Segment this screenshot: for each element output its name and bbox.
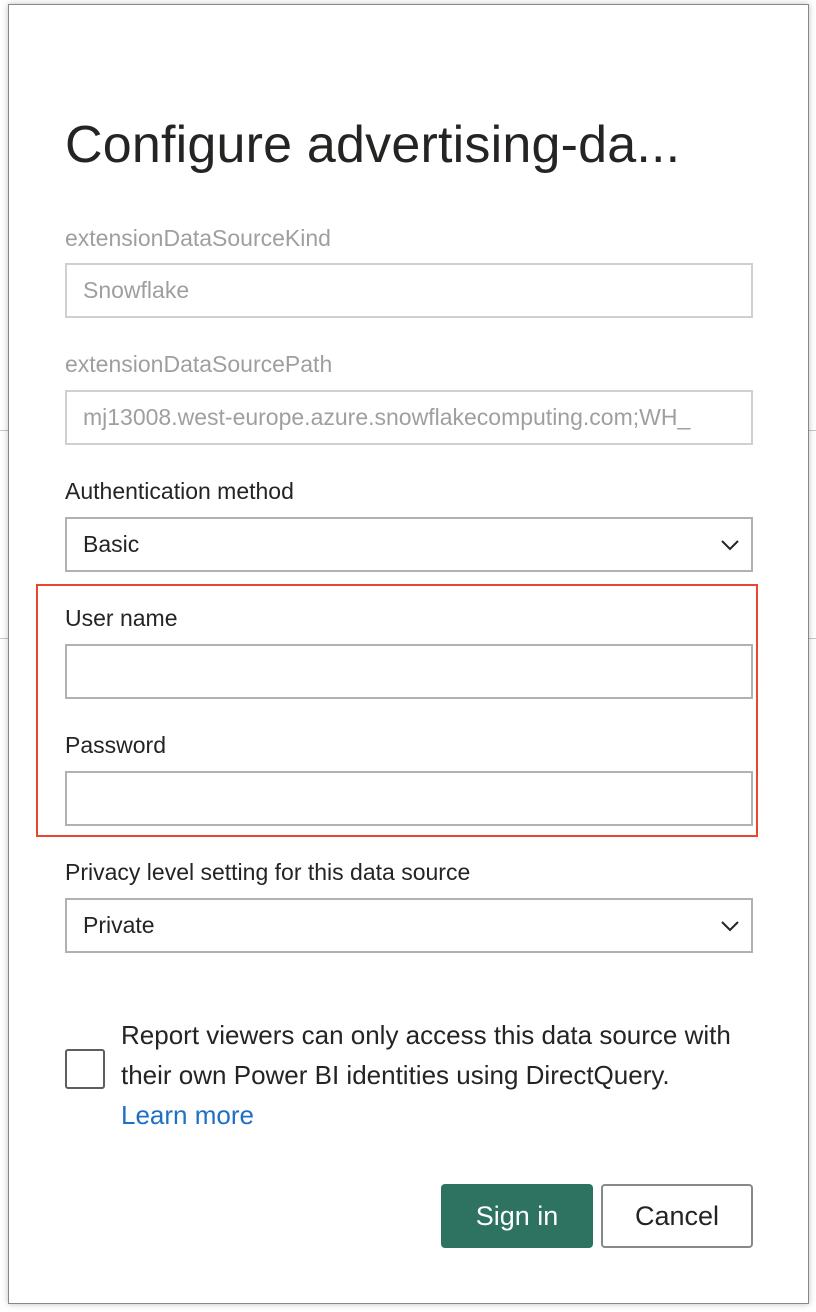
sso-checkbox[interactable] bbox=[65, 1049, 105, 1089]
kind-label: extensionDataSourceKind bbox=[65, 225, 331, 251]
dialog-title: Configure advertising-da... bbox=[65, 116, 681, 174]
sso-checkbox-text: Report viewers can only access this data… bbox=[121, 1020, 731, 1090]
learn-more-link[interactable]: Learn more bbox=[121, 1100, 254, 1130]
kind-field: Snowflake bbox=[65, 263, 753, 318]
auth-method-label: Authentication method bbox=[65, 478, 294, 504]
cancel-button[interactable]: Cancel bbox=[601, 1184, 753, 1248]
path-field: mj13008.west-europe.azure.snowflakecompu… bbox=[65, 390, 753, 445]
sign-in-button[interactable]: Sign in bbox=[441, 1184, 593, 1248]
auth-method-select[interactable]: Basic bbox=[65, 517, 753, 572]
auth-method-value: Basic bbox=[83, 531, 140, 557]
chevron-down-icon bbox=[721, 921, 739, 932]
privacy-value: Private bbox=[83, 912, 155, 938]
chevron-down-icon bbox=[721, 540, 739, 551]
privacy-label: Privacy level setting for this data sour… bbox=[65, 859, 471, 885]
path-label: extensionDataSourcePath bbox=[65, 351, 333, 377]
privacy-select[interactable]: Private bbox=[65, 898, 753, 953]
sso-checkbox-label: Report viewers can only access this data… bbox=[121, 1015, 741, 1135]
credentials-highlight-box bbox=[36, 584, 758, 837]
